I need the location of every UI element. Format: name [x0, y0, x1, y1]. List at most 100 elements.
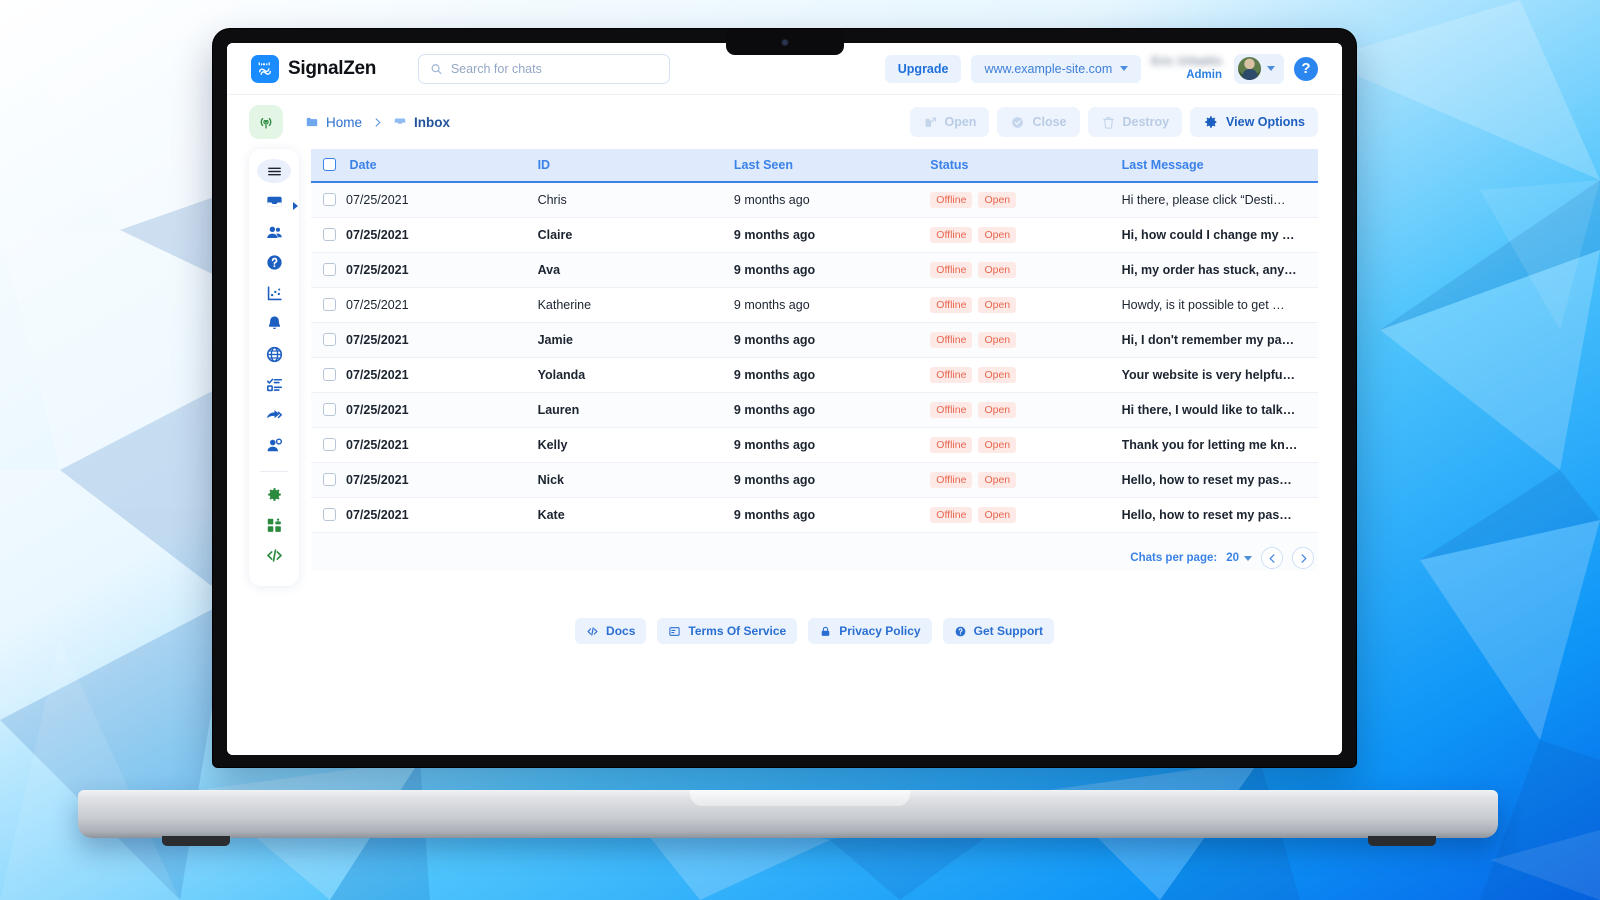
sidebar-item-tasks[interactable]: [257, 372, 291, 396]
footer-link-terms[interactable]: Terms Of Service: [657, 618, 798, 644]
table-row[interactable]: 07/25/2021 Chris 9 months ago Offline Open Hi…: [311, 182, 1318, 218]
footer-link-label: Docs: [606, 624, 636, 638]
laptop-screen: SignalZen Upgrade www.example-site.com: [227, 43, 1342, 755]
cell-last-seen: 9 months ago: [733, 462, 931, 498]
status-badge: Offline: [930, 437, 973, 453]
upgrade-button[interactable]: Upgrade: [884, 54, 962, 83]
table-row[interactable]: 07/25/2021 Jamie 9 months ago Offline Open Hi…: [311, 322, 1318, 358]
destroy-button[interactable]: Destroy: [1087, 107, 1183, 137]
table-row[interactable]: 07/25/2021 Kate 9 months ago Offline Open Hel…: [311, 497, 1318, 533]
cell-id: Claire: [537, 217, 734, 253]
column-header-last-seen[interactable]: Last Seen: [733, 149, 931, 183]
cell-status: Offline Open: [930, 357, 1122, 393]
broadcast-signal-icon[interactable]: [249, 105, 283, 139]
sidebar-item-broadcast[interactable]: [257, 403, 291, 427]
table-row[interactable]: 07/25/2021 Yolanda 9 months ago Offline Open…: [311, 357, 1318, 393]
search-input[interactable]: [450, 61, 659, 76]
sidebar-item-notifications[interactable]: [257, 311, 291, 335]
close-button[interactable]: Close: [997, 107, 1080, 137]
sidebar-item-help[interactable]: [257, 250, 291, 274]
breadcrumb-item-inbox[interactable]: Inbox: [393, 115, 450, 130]
chats-per-page-select[interactable]: 20: [1226, 552, 1252, 564]
table-row[interactable]: 07/25/2021 Claire 9 months ago Offline Open H…: [311, 217, 1318, 253]
sidebar-item-visitors[interactable]: [257, 220, 291, 244]
table-row[interactable]: 07/25/2021 Ava 9 months ago Offline Open Hi, …: [311, 252, 1318, 288]
sidebar-item-agents[interactable]: [257, 433, 291, 457]
cell-status: Offline Open: [930, 427, 1122, 463]
user-name: Eric Urbaitis: [1151, 53, 1222, 68]
cell-status: Offline Open: [930, 392, 1122, 428]
sidebar-item-developers[interactable]: [257, 544, 291, 568]
code-icon: [266, 549, 282, 562]
table-row[interactable]: 07/25/2021 Lauren 9 months ago Offline Open H…: [311, 392, 1318, 428]
laptop-foot-right: [1368, 836, 1436, 846]
footer-link-support[interactable]: Get Support: [942, 618, 1054, 644]
cell-date: 07/25/2021: [311, 252, 538, 288]
cell-last-seen: 9 months ago: [733, 217, 931, 253]
cell-last-seen: 9 months ago: [733, 322, 931, 358]
column-header-date[interactable]: Date: [311, 149, 538, 183]
column-header-last-message[interactable]: Last Message: [1121, 149, 1318, 183]
row-checkbox[interactable]: [323, 298, 336, 311]
cell-id: Chris: [537, 182, 734, 218]
cell-id: Jamie: [537, 322, 734, 358]
view-options-button[interactable]: View Options: [1190, 107, 1318, 137]
lock-icon: [821, 626, 830, 636]
row-checkbox[interactable]: [323, 368, 336, 381]
column-header-status[interactable]: Status: [930, 149, 1122, 183]
view-options-button-label: View Options: [1226, 115, 1305, 129]
search-box[interactable]: [418, 53, 671, 84]
status-badge: Offline: [930, 367, 973, 383]
table-row[interactable]: 07/25/2021 Kelly 9 months ago Offline Open Th…: [311, 427, 1318, 463]
sidebar-item-settings[interactable]: [257, 483, 291, 507]
row-checkbox[interactable]: [323, 263, 336, 276]
last-message-text: Hello, how to reset my pas…: [1121, 473, 1292, 487]
prev-page-button[interactable]: [1261, 547, 1283, 569]
row-checkbox[interactable]: [323, 508, 336, 521]
table-row[interactable]: 07/25/2021 Katherine 9 months ago Offline Op…: [311, 287, 1318, 323]
row-checkbox[interactable]: [323, 193, 336, 206]
puzzle-apps-icon: [267, 517, 281, 532]
breadcrumb-separator: [372, 116, 383, 129]
laptop-mockup: SignalZen Upgrade www.example-site.com: [0, 0, 1600, 900]
last-message-text: Hi, how could I change my …: [1121, 228, 1295, 242]
sidebar-item-menu[interactable]: [257, 159, 291, 184]
last-message-text: Hi there, I would like to talk…: [1121, 403, 1296, 417]
open-button[interactable]: Open: [909, 107, 990, 137]
table-row[interactable]: 07/25/2021 Nick 9 months ago Offline Open Hel…: [311, 462, 1318, 498]
row-checkbox[interactable]: [323, 333, 336, 346]
column-header-id[interactable]: ID: [537, 149, 734, 183]
footer-link-privacy[interactable]: Privacy Policy: [808, 618, 932, 644]
avatar: [1238, 57, 1261, 80]
breadcrumb-item-home[interactable]: Home: [305, 115, 362, 130]
last-message-text: Hi, my order has stuck, any…: [1121, 263, 1297, 277]
open-button-label: Open: [944, 115, 977, 129]
select-all-checkbox[interactable]: [323, 158, 336, 171]
row-checkbox[interactable]: [323, 228, 336, 241]
row-checkbox[interactable]: [323, 473, 336, 486]
next-page-button[interactable]: [1292, 547, 1314, 569]
cell-date-value: 07/25/2021: [346, 298, 409, 312]
cell-status: Offline Open: [930, 217, 1122, 253]
cell-last-seen: 9 months ago: [733, 287, 931, 323]
chevron-down-icon: [1267, 66, 1275, 71]
cell-date-value: 07/25/2021: [346, 333, 409, 347]
status-badge: Open: [978, 192, 1017, 208]
document-icon: [669, 626, 681, 636]
cell-last-seen: 9 months ago: [733, 357, 931, 393]
footer-link-docs[interactable]: Docs: [575, 618, 647, 644]
sidebar-divider: [260, 470, 288, 472]
account-menu[interactable]: [1234, 53, 1284, 84]
globe-icon: [266, 346, 282, 362]
row-checkbox[interactable]: [323, 403, 336, 416]
sidebar-item-inbox[interactable]: [257, 189, 298, 213]
row-checkbox[interactable]: [323, 438, 336, 451]
cell-last-message: Thank you for letting me kn…: [1121, 427, 1318, 463]
sidebar-item-website[interactable]: [257, 342, 291, 366]
sidebar-item-analytics[interactable]: [257, 281, 291, 305]
sidebar-item-integrations[interactable]: [257, 513, 291, 537]
site-selector[interactable]: www.example-site.com: [971, 54, 1142, 83]
chats-table: Date ID Last Seen Status Last Message 07…: [311, 149, 1318, 533]
checklist-icon: [266, 378, 282, 392]
help-button[interactable]: ?: [1294, 56, 1318, 81]
